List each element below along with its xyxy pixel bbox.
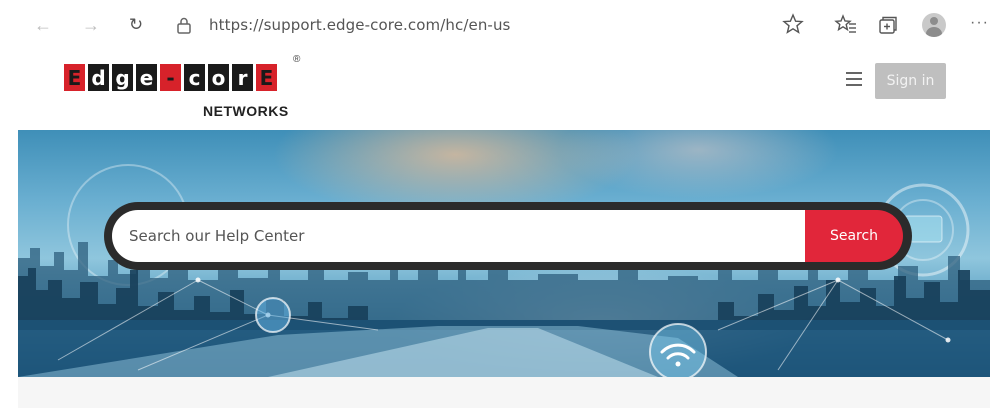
logo-subtitle: NETWORKS: [203, 103, 289, 119]
more-icon[interactable]: ···: [970, 14, 989, 32]
search-box: Search: [104, 202, 912, 270]
logo-letter: c: [184, 64, 205, 91]
profile-icon[interactable]: [922, 13, 946, 37]
browser-toolbar: ← → ↻ https://support.edge-core.com/hc/e…: [0, 0, 995, 51]
address-bar[interactable]: https://support.edge-core.com/hc/en-us: [163, 10, 813, 40]
logo-letter: o: [208, 64, 229, 91]
collections-icon[interactable]: [876, 13, 900, 37]
logo-wordmark: E d g e - c o r E: [64, 64, 277, 91]
content-section-start: [18, 377, 990, 408]
favorites-icon[interactable]: [834, 13, 858, 37]
forward-icon[interactable]: →: [78, 12, 104, 38]
logo-letter: -: [160, 64, 181, 91]
lock-icon: [177, 17, 191, 34]
search-button[interactable]: Search: [805, 210, 903, 262]
logo-letter: r: [232, 64, 253, 91]
url-text[interactable]: https://support.edge-core.com/hc/en-us: [209, 16, 510, 34]
logo-letter: E: [256, 64, 277, 91]
logo-letter: e: [136, 64, 157, 91]
hamburger-menu-icon[interactable]: [846, 72, 862, 86]
search-input[interactable]: [112, 210, 805, 262]
logo-letter: g: [112, 64, 133, 91]
back-icon[interactable]: ←: [30, 12, 56, 38]
favorite-star-icon[interactable]: [782, 13, 804, 35]
refresh-icon[interactable]: ↻: [123, 12, 149, 38]
logo-letter: E: [64, 64, 85, 91]
signin-button[interactable]: Sign in: [875, 63, 946, 99]
logo-letter: d: [88, 64, 109, 91]
site-header: E d g e - c o r E ® NETWORKS Sign in: [0, 50, 995, 130]
registered-mark: ®: [293, 54, 301, 65]
edgecore-logo[interactable]: E d g e - c o r E ® NETWORKS: [64, 54, 300, 122]
